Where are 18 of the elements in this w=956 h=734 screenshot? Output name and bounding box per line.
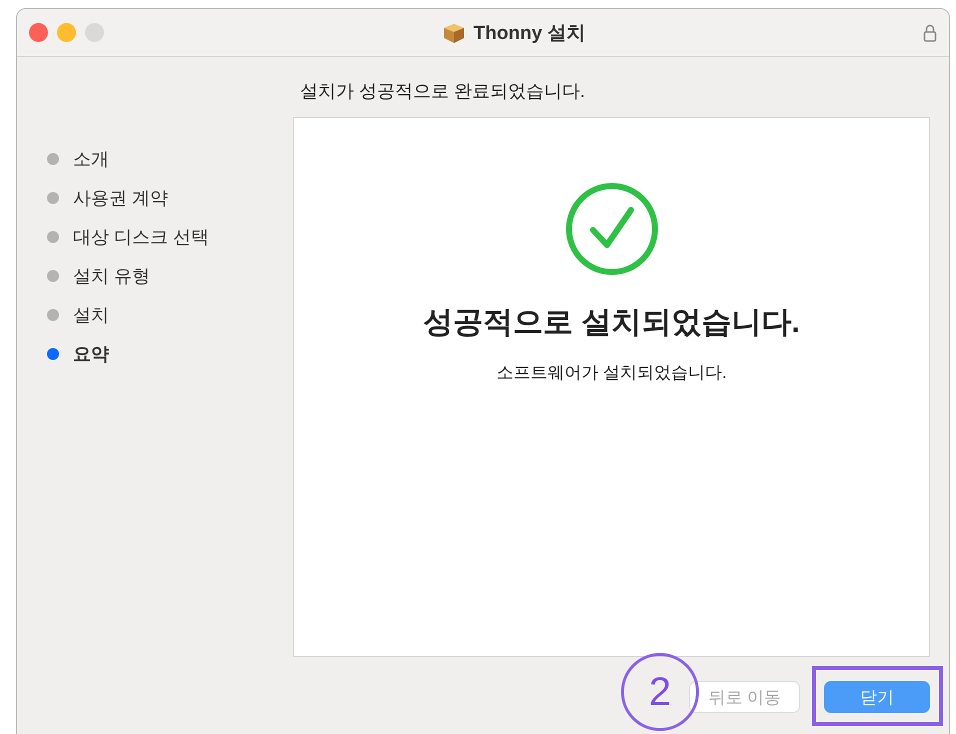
step-label: 요약 — [73, 342, 109, 366]
status-heading: 설치가 성공적으로 완료되었습니다. — [300, 80, 586, 103]
close-button[interactable]: 닫기 — [824, 681, 930, 713]
minimize-window-icon[interactable] — [57, 23, 76, 42]
success-message: 소프트웨어가 설치되었습니다. — [496, 362, 727, 384]
success-title: 성공적으로 설치되었습니다. — [423, 305, 800, 341]
close-window-icon[interactable] — [29, 23, 48, 42]
step-label: 설치 유형 — [73, 264, 150, 288]
checkmark-circle-icon — [564, 182, 658, 276]
zoom-window-icon[interactable] — [85, 23, 104, 42]
step-label: 설치 — [73, 304, 109, 326]
step-label: 사용권 계약 — [73, 186, 168, 210]
step-number-annotation: 2 — [621, 653, 699, 731]
window-title: Thonny 설치 — [474, 22, 586, 46]
step-label: 소개 — [73, 148, 109, 170]
package-box-icon — [442, 22, 466, 44]
lock-icon — [923, 22, 937, 42]
step-label: 대상 디스크 선택 — [73, 226, 210, 248]
